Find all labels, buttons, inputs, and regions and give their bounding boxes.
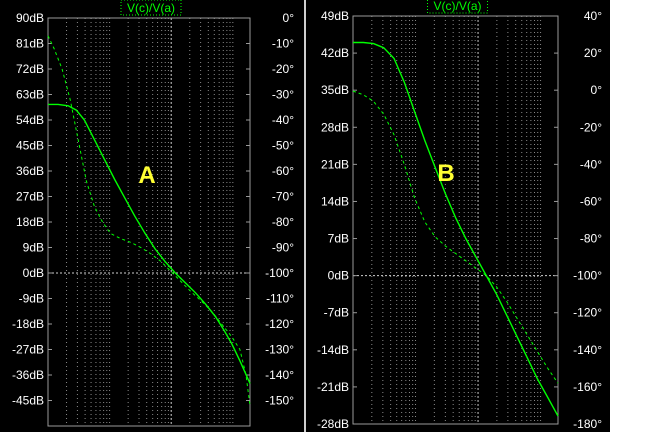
- left-tick-label: 49dB: [321, 9, 349, 23]
- left-tick-label: 9dB: [23, 241, 44, 255]
- right-tick-label: -80°: [580, 232, 602, 246]
- left-tick-label: 7dB: [328, 232, 349, 246]
- phase-trace: [352, 90, 559, 384]
- right-tick-label: 40°: [584, 9, 602, 23]
- left-tick-label: 54dB: [16, 113, 44, 127]
- right-tick-label: 0°: [283, 11, 295, 25]
- right-tick-label: -60°: [580, 194, 602, 208]
- left-tick-label: -36dB: [12, 368, 44, 382]
- left-tick-label: 14dB: [321, 194, 349, 208]
- right-tick-label: -80°: [272, 215, 294, 229]
- left-tick-label: 63dB: [16, 88, 44, 102]
- right-tick-label: -150°: [265, 394, 294, 408]
- right-tick-label: -50°: [272, 139, 294, 153]
- left-tick-label: -14dB: [317, 343, 349, 357]
- right-tick-label: -10°: [272, 37, 294, 51]
- right-tick-label: -20°: [580, 120, 602, 134]
- plot-frame: [47, 17, 251, 427]
- bode-plot-b-canvas: 49dB 42dB 35dB 28dB 21dB 14dB 7dB 0dB -7dB -14dB -…: [317, 0, 602, 431]
- left-tick-label: -27dB: [12, 343, 44, 357]
- right-tick-label: -20°: [272, 62, 294, 76]
- right-tick-label: -30°: [272, 88, 294, 102]
- window-edge: [610, 0, 648, 432]
- right-tick-label: -100°: [573, 269, 602, 283]
- right-axis: 40° 20° 0° -20° -40° -60° -80° -100° -120° -140° -…: [554, 9, 602, 431]
- left-tick-label: 18dB: [16, 215, 44, 229]
- annotation-label: B: [437, 160, 454, 187]
- right-tick-label: -130°: [265, 343, 294, 357]
- bode-plot-b: 49dB 42dB 35dB 28dB 21dB 14dB 7dB 0dB -7dB -14dB -…: [306, 0, 610, 432]
- right-tick-label: 20°: [584, 46, 602, 60]
- left-tick-label: 0dB: [328, 269, 349, 283]
- chart-title: V(c)/V(a): [427, 0, 488, 14]
- right-tick-label: -180°: [573, 417, 602, 431]
- left-tick-label: 36dB: [16, 164, 44, 178]
- chart-title: V(c)/V(a): [120, 0, 182, 16]
- grid: [48, 18, 250, 426]
- chart-title-text: V(c)/V(a): [127, 1, 175, 15]
- left-tick-label: 45dB: [16, 139, 44, 153]
- left-tick-label: 90dB: [16, 11, 44, 25]
- right-tick-label: 0°: [591, 83, 603, 97]
- right-tick-label: -90°: [272, 241, 294, 255]
- left-tick-label: -28dB: [317, 417, 349, 431]
- right-tick-label: -140°: [265, 368, 294, 382]
- left-tick-label: 35dB: [321, 83, 349, 97]
- annotation-label: A: [138, 162, 155, 189]
- plot-frame: [352, 15, 559, 425]
- left-tick-label: -9dB: [19, 292, 44, 306]
- left-axis: 49dB 42dB 35dB 28dB 21dB 14dB 7dB 0dB -7dB -14dB -…: [317, 9, 357, 431]
- grid: [353, 16, 558, 424]
- left-tick-label: -45dB: [12, 394, 44, 408]
- bode-plot-a: 90dB 81dB 72dB 63dB 54dB 45dB 36dB 27dB 18dB 9dB 0…: [0, 0, 304, 432]
- left-tick-label: 81dB: [16, 37, 44, 51]
- right-tick-label: -60°: [272, 164, 294, 178]
- right-tick-label: -120°: [573, 306, 602, 320]
- chart-title-text: V(c)/V(a): [434, 0, 482, 13]
- right-tick-label: -110°: [266, 292, 294, 306]
- right-tick-label: -70°: [272, 190, 294, 204]
- right-tick-label: -100°: [265, 266, 294, 280]
- left-tick-label: 0dB: [23, 266, 44, 280]
- right-tick-label: -140°: [573, 343, 602, 357]
- left-tick-label: 28dB: [321, 120, 349, 134]
- left-tick-label: -7dB: [324, 306, 349, 320]
- left-tick-label: 21dB: [321, 157, 349, 171]
- magnitude-trace: [48, 103, 251, 384]
- magnitude-trace: [353, 41, 559, 417]
- right-tick-label: -40°: [580, 157, 602, 171]
- right-tick-label: -40°: [272, 113, 294, 127]
- left-axis: 90dB 81dB 72dB 63dB 54dB 45dB 36dB 27dB 18dB 9dB 0…: [12, 11, 52, 408]
- phase-trace: [47, 35, 251, 406]
- left-tick-label: 42dB: [321, 46, 349, 60]
- left-tick-label: -21dB: [317, 380, 349, 394]
- left-tick-label: 27dB: [16, 190, 44, 204]
- bode-plot-a-canvas: 90dB 81dB 72dB 63dB 54dB 45dB 36dB 27dB 18dB 9dB 0…: [12, 0, 294, 427]
- right-axis: 0° -10° -20° -30° -40° -50° -60° -70° -80° -90° -1…: [246, 11, 294, 408]
- right-tick-label: -120°: [265, 317, 294, 331]
- left-tick-label: -18dB: [12, 317, 44, 331]
- left-tick-label: 72dB: [16, 62, 44, 76]
- right-tick-label: -160°: [573, 380, 602, 394]
